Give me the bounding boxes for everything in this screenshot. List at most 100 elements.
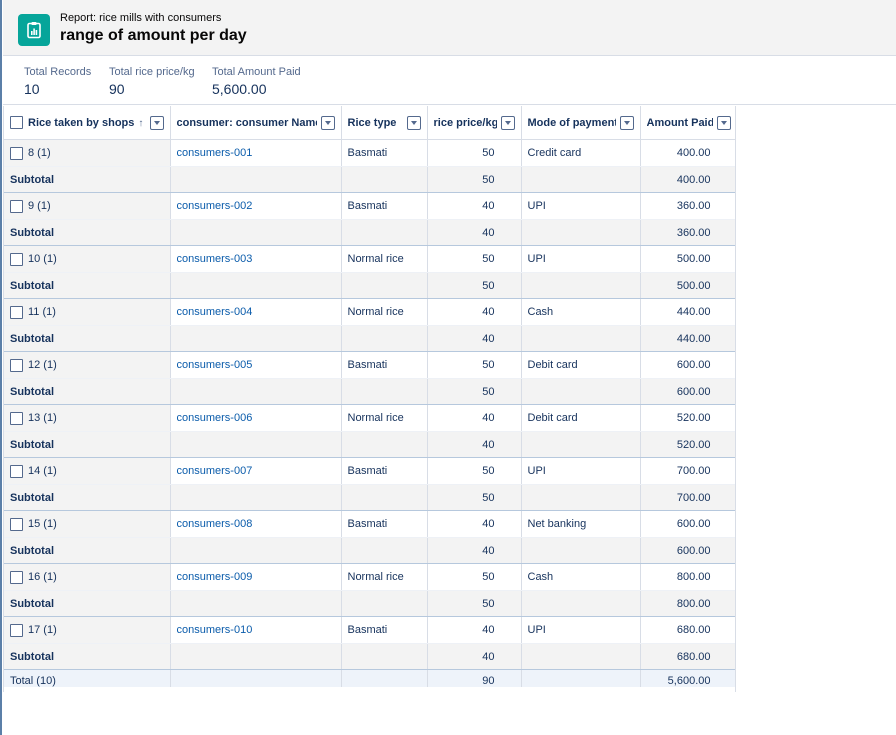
total-empty-cell (521, 669, 641, 687)
column-menu-icon[interactable] (320, 115, 335, 130)
payment-mode-cell: UPI (521, 192, 641, 220)
total-price-cell: 90 (427, 669, 522, 687)
column-header-rice-type[interactable]: Rice type (341, 106, 428, 140)
group-label: 15 (1) (28, 518, 57, 530)
subtotal-empty-cell (521, 166, 641, 193)
rice-type-cell: Basmati (341, 457, 428, 485)
table-row: 13 (1) consumers-006 Normal rice 40 Debit ca… (4, 404, 735, 432)
subtotal-row: Subtotal 40 440.00 (4, 325, 735, 352)
metric-total-rice-price: Total rice price/kg 90 (109, 66, 195, 97)
subtotal-label: Subtotal (4, 219, 171, 246)
row-checkbox[interactable] (10, 305, 23, 319)
amount-paid-cell: 400.00 (640, 139, 735, 167)
consumer-link[interactable]: consumers-002 (177, 200, 253, 212)
rice-type-cell: Basmati (341, 139, 428, 167)
report-table-container[interactable]: Rice taken by shops ↑ consumer: consumer … (3, 106, 736, 692)
payment-mode-cell: Cash (521, 298, 641, 326)
row-checkbox[interactable] (10, 146, 23, 160)
subtotal-amount-cell: 500.00 (640, 272, 735, 299)
table-row: 15 (1) consumers-008 Basmati 40 Net banking 6… (4, 510, 735, 538)
payment-mode-cell: Credit card (521, 139, 641, 167)
consumer-link[interactable]: consumers-004 (177, 306, 253, 318)
row-checkbox[interactable] (10, 517, 23, 531)
column-menu-icon[interactable] (500, 115, 515, 130)
rice-price-cell: 40 (427, 298, 522, 326)
row-checkbox[interactable] (10, 464, 23, 478)
group-cell: 8 (1) (4, 139, 171, 167)
group-cell: 13 (1) (4, 404, 171, 432)
subtotal-label: Subtotal (4, 166, 171, 193)
subtotal-label: Subtotal (4, 590, 171, 617)
column-menu-icon[interactable] (716, 115, 731, 130)
table-row: 16 (1) consumers-009 Normal rice 50 Cash 800.… (4, 563, 735, 591)
consumer-link[interactable]: consumers-008 (177, 518, 253, 530)
subtotal-empty-cell (341, 219, 428, 246)
amount-paid-cell: 680.00 (640, 616, 735, 644)
subtotal-row: Subtotal 40 600.00 (4, 537, 735, 564)
subtotal-label: Subtotal (4, 537, 171, 564)
rice-price-cell: 40 (427, 192, 522, 220)
row-checkbox[interactable] (10, 358, 23, 372)
amount-paid-cell: 800.00 (640, 563, 735, 591)
total-label: Total (10) (4, 669, 171, 687)
column-label: Rice taken by shops (28, 116, 135, 129)
amount-paid-cell: 600.00 (640, 510, 735, 538)
total-empty-cell (341, 669, 428, 687)
row-checkbox[interactable] (10, 411, 23, 425)
subtotal-amount-cell: 400.00 (640, 166, 735, 193)
subtotal-price-cell: 40 (427, 537, 522, 564)
sort-ascending-icon[interactable]: ↑ (138, 118, 143, 129)
consumer-link[interactable]: consumers-010 (177, 624, 253, 636)
subtotal-row: Subtotal 50 500.00 (4, 272, 735, 299)
subtotal-empty-cell (170, 378, 342, 405)
left-edge-border (0, 0, 2, 735)
row-checkbox[interactable] (10, 252, 23, 266)
subtotal-empty-cell (170, 484, 342, 511)
rice-price-cell: 50 (427, 351, 522, 379)
subtotal-price-cell: 40 (427, 325, 522, 352)
group-label: 10 (1) (28, 253, 57, 265)
table-row: 10 (1) consumers-003 Normal rice 50 UPI 500.0… (4, 245, 735, 273)
row-checkbox[interactable] (10, 199, 23, 213)
rice-type-cell: Basmati (341, 510, 428, 538)
subtotal-row: Subtotal 50 700.00 (4, 484, 735, 511)
column-header-rice-taken[interactable]: Rice taken by shops ↑ (4, 106, 171, 140)
consumer-link[interactable]: consumers-007 (177, 465, 253, 477)
column-header-rice-price[interactable]: rice price/kg (427, 106, 522, 140)
column-header-consumer-name[interactable]: consumer: consumer Name (170, 106, 342, 140)
rice-price-cell: 40 (427, 616, 522, 644)
report-table: Rice taken by shops ↑ consumer: consumer … (4, 106, 735, 687)
consumer-link[interactable]: consumers-003 (177, 253, 253, 265)
subtotal-price-cell: 40 (427, 219, 522, 246)
rice-price-cell: 50 (427, 563, 522, 591)
consumer-link[interactable]: consumers-009 (177, 571, 253, 583)
row-checkbox[interactable] (10, 623, 23, 637)
rice-price-cell: 50 (427, 139, 522, 167)
consumer-link[interactable]: consumers-001 (177, 147, 253, 159)
column-menu-icon[interactable] (149, 115, 164, 130)
select-all-checkbox[interactable] (10, 116, 23, 129)
column-header-amount-paid[interactable]: Amount Paid (640, 106, 735, 140)
subtotal-empty-cell (521, 431, 641, 458)
row-checkbox[interactable] (10, 570, 23, 584)
subtotal-price-cell: 50 (427, 590, 522, 617)
group-label: 14 (1) (28, 465, 57, 477)
subtotal-empty-cell (341, 325, 428, 352)
subtotal-amount-cell: 600.00 (640, 537, 735, 564)
group-cell: 12 (1) (4, 351, 171, 379)
group-cell: 16 (1) (4, 563, 171, 591)
consumer-link[interactable]: consumers-006 (177, 412, 253, 424)
amount-paid-cell: 600.00 (640, 351, 735, 379)
subtotal-empty-cell (341, 378, 428, 405)
column-header-mode-of-payment[interactable]: Mode of payment (521, 106, 641, 140)
subtotal-amount-cell: 800.00 (640, 590, 735, 617)
subtotal-empty-cell (170, 431, 342, 458)
column-menu-icon[interactable] (619, 115, 634, 130)
amount-paid-cell: 700.00 (640, 457, 735, 485)
subtotal-amount-cell: 700.00 (640, 484, 735, 511)
consumer-link[interactable]: consumers-005 (177, 359, 253, 371)
column-menu-icon[interactable] (406, 115, 421, 130)
subtotal-price-cell: 40 (427, 431, 522, 458)
metric-value: 10 (24, 81, 40, 97)
summary-bar: Total Records 10 Total rice price/kg 90 … (3, 57, 896, 105)
